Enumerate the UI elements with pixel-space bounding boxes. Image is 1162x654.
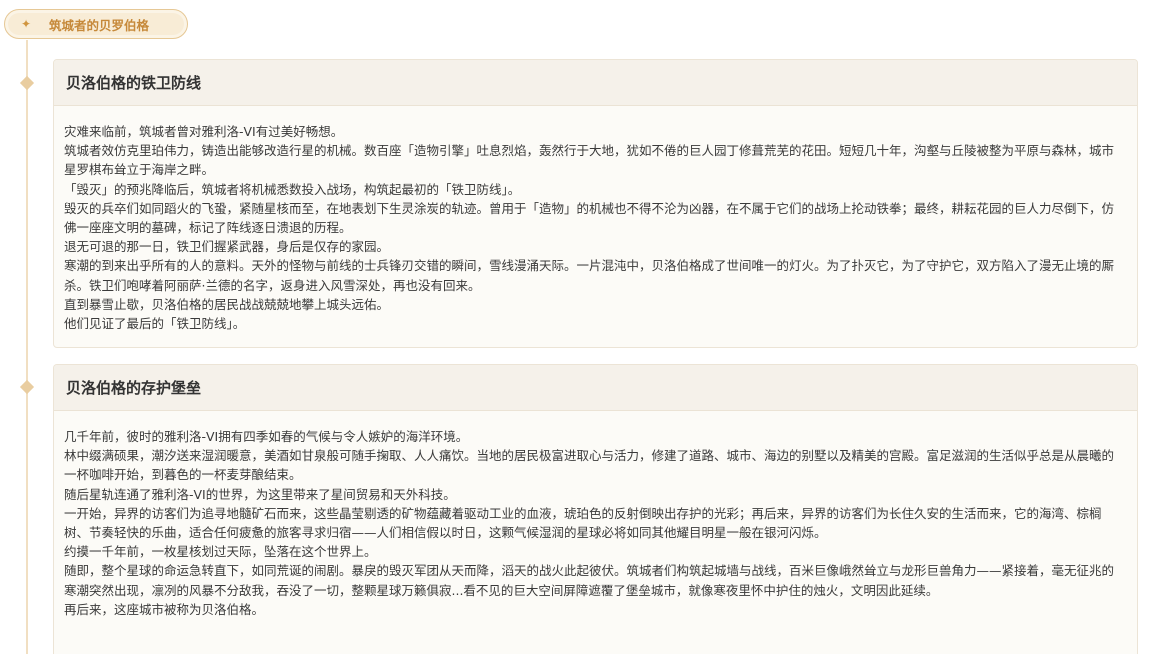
paragraph: 寒潮的到来出乎所有的人的意料。天外的怪物与前线的士兵锋刃交错的瞬间，雪线漫涌天际…	[64, 258, 1115, 293]
paragraph: 「毁灭」的预兆降临后，筑城者将机械悉数投入战场，构筑起最初的「铁卫防线」。	[64, 181, 521, 197]
paragraph: 直到暴雪止歇，贝洛伯格的居民战战兢兢地攀上城头远佑。	[64, 296, 390, 312]
timeline-dot-icon	[19, 379, 35, 395]
paragraph: 随即，整个星球的命运急转直下，如同荒诞的闹剧。暴戾的毁灭军团从天而降，滔天的战火…	[64, 563, 1115, 598]
paragraph: 他们见证了最后的「铁卫防线」。	[64, 316, 246, 332]
paragraph: 筑城者效仿克里珀伟力，铸造出能够改造行星的机械。数百座「造物引擎」吐息烈焰，轰然…	[64, 143, 1115, 178]
section-header: 贝洛伯格的存护堡垒	[54, 365, 1137, 411]
paragraph: 几千年前，彼时的雅利洛-VI拥有四季如春的气候与令人嫉妒的海洋环境。	[64, 429, 469, 444]
paragraph: 再后来，这座城市被称为贝洛伯格。	[64, 601, 265, 617]
section-card: 贝洛伯格的铁卫防线 灾难来临前，筑城者曾对雅利洛-VI有过美好畅想。 筑城者效仿…	[53, 59, 1138, 348]
section-tag[interactable]: ✦ 筑城者的贝罗伯格	[4, 9, 188, 39]
paragraph: 退无可退的那一日，铁卫们握紧武器，身后是仅存的家园。	[64, 239, 390, 255]
section-body: 几千年前，彼时的雅利洛-VI拥有四季如春的气候与令人嫉妒的海洋环境。 林中缀满硕…	[54, 411, 1137, 619]
paragraph: 一开始，异界的访客们为追寻地髓矿石而来，这些晶莹剔透的矿物蕴藏着驱动工业的血液，…	[64, 505, 1102, 541]
section-card: 贝洛伯格的存护堡垒 几千年前，彼时的雅利洛-VI拥有四季如春的气候与令人嫉妒的海…	[53, 364, 1138, 654]
section-title: 贝洛伯格的存护堡垒	[66, 379, 202, 397]
section-title: 贝洛伯格的铁卫防线	[66, 74, 202, 92]
paragraph: 毁灭的兵卒们如同蹈火的飞蛩，紧随星核而至，在地表划下生灵涂炭的轨迹。曾用于「造物…	[64, 200, 1115, 236]
section-header: 贝洛伯格的铁卫防线	[54, 60, 1137, 106]
paragraph: 林中缀满硕果，潮汐送来湿润暖意，美酒如甘泉般可随手掬取、人人痛饮。当地的居民极富…	[64, 448, 1115, 483]
timeline-line	[26, 40, 28, 654]
section-body: 灾难来临前，筑城者曾对雅利洛-VI有过美好畅想。 筑城者效仿克里珀伟力，铸造出能…	[54, 106, 1137, 333]
sparkle-icon: ✦	[21, 17, 32, 31]
paragraph: 随后星轨连通了雅利洛-VI的世界，为这里带来了星间贸易和天外科技。	[64, 486, 456, 502]
timeline-dot-icon	[19, 75, 35, 91]
tag-label: 筑城者的贝罗伯格	[49, 17, 150, 33]
paragraph: 约摸一千年前，一枚星核划过天际，坠落在这个世界上。	[64, 544, 377, 560]
paragraph: 灾难来临前，筑城者曾对雅利洛-VI有过美好畅想。	[64, 124, 344, 139]
